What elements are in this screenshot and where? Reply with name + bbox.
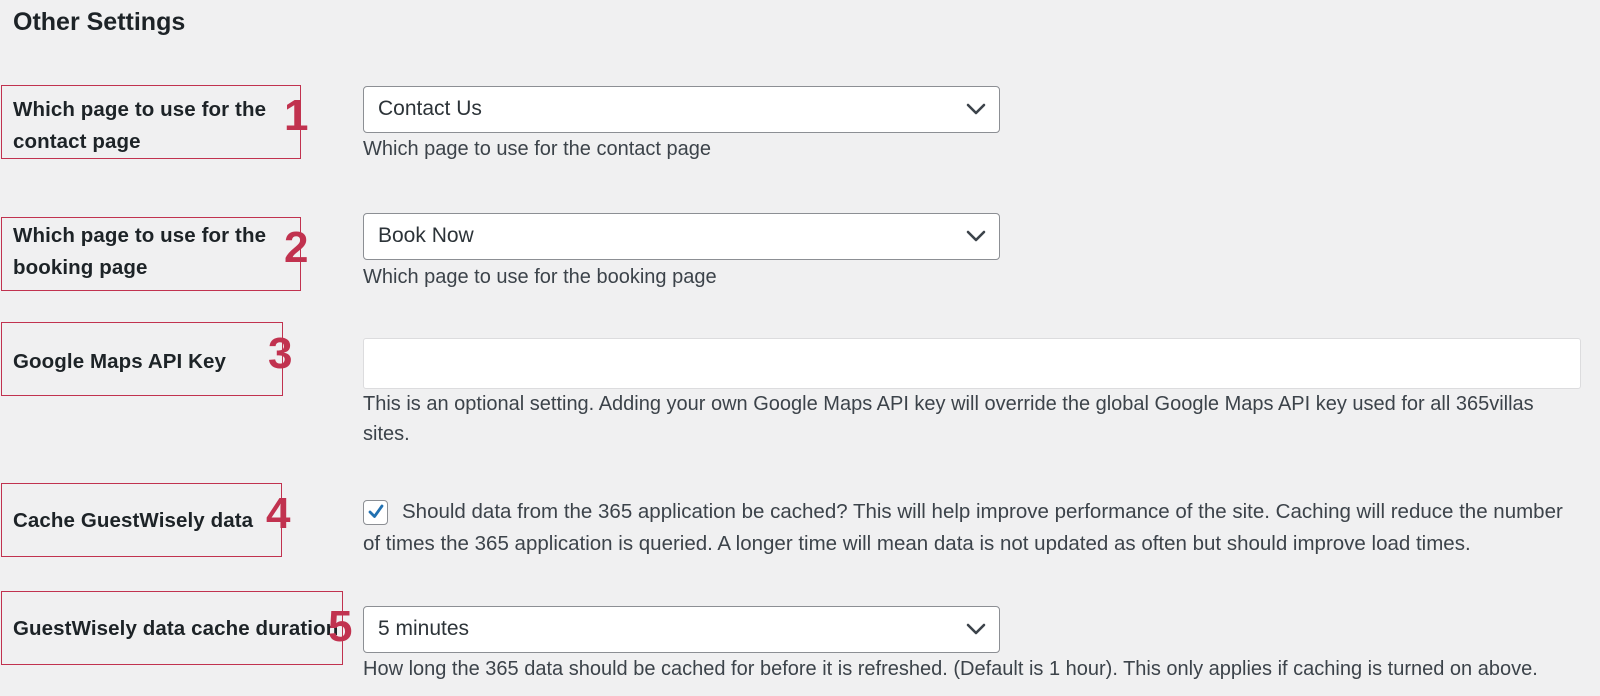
other-settings-page: Other Settings Which page to use for the… <box>0 0 1600 696</box>
cache-data-description: Should data from the 365 application be … <box>363 500 1563 555</box>
chevron-down-icon <box>965 100 987 118</box>
google-maps-key-label: Google Maps API Key <box>13 350 227 373</box>
checkmark-icon <box>368 504 384 518</box>
booking-page-label-line1: Which page to use for the <box>13 224 267 247</box>
annotation-marker-1: 1 <box>284 91 309 140</box>
contact-page-select[interactable]: Contact Us <box>363 86 1000 133</box>
contact-page-label: Which page to use for the contact page <box>13 94 266 158</box>
booking-page-label: Which page to use for the booking page <box>13 220 266 284</box>
google-maps-api-key-input[interactable] <box>363 338 1581 389</box>
annotation-marker-2: 2 <box>284 223 309 272</box>
annotation-marker-4: 4 <box>266 489 291 538</box>
contact-page-label-line2: contact page <box>13 130 141 153</box>
cache-duration-select[interactable]: 5 minutes <box>363 606 1000 653</box>
cache-duration-select-value: 5 minutes <box>378 617 470 640</box>
chevron-down-icon <box>965 620 987 638</box>
section-title: Other Settings <box>13 8 186 36</box>
booking-page-description: Which page to use for the booking page <box>363 266 717 288</box>
google-maps-key-description: This is an optional setting. Adding your… <box>363 393 1534 445</box>
chevron-down-icon <box>965 227 987 245</box>
booking-page-label-line2: booking page <box>13 256 148 279</box>
contact-page-label-line1: Which page to use for the <box>13 98 267 121</box>
cache-data-checkbox[interactable] <box>363 500 388 525</box>
cache-duration-description: How long the 365 data should be cached f… <box>363 658 1538 680</box>
cache-duration-label: GuestWisely data cache duration <box>13 617 339 640</box>
contact-page-description: Which page to use for the contact page <box>363 138 711 160</box>
booking-page-select-value: Book Now <box>378 224 474 247</box>
booking-page-select[interactable]: Book Now <box>363 213 1000 260</box>
contact-page-select-value: Contact Us <box>378 97 482 120</box>
annotation-marker-5: 5 <box>328 602 353 651</box>
annotation-marker-3: 3 <box>268 329 293 378</box>
cache-data-label: Cache GuestWisely data <box>13 509 254 532</box>
